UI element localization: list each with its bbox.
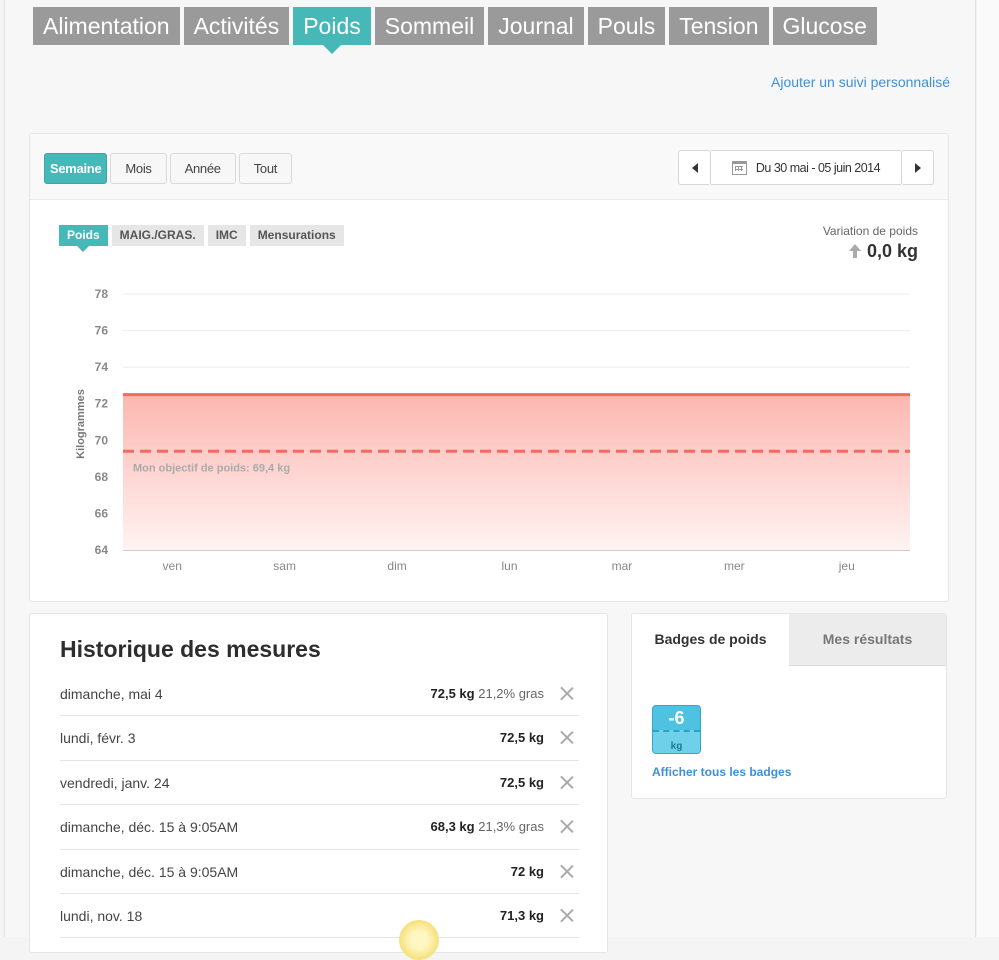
history-weight: 68,3 kg: [430, 819, 475, 835]
history-title: Historique des mesures: [60, 636, 321, 662]
show-all-badges-link[interactable]: Afficher tous les badges: [652, 765, 791, 779]
history-weight: 72 kg: [510, 863, 544, 879]
history-date: dimanche, déc. 15 à 9:05AM: [60, 819, 239, 836]
badge-tab-mes-resultats[interactable]: Mes résultats: [789, 614, 946, 666]
history-value: 71,3 kg: [500, 908, 544, 923]
delete-icon[interactable]: [560, 776, 573, 789]
x-tick-label: sam: [273, 559, 296, 573]
weight-chart: 78 76 74 72 70 68 66 64 Mon objectif de poids: 6…: [75, 287, 910, 573]
tab-tension[interactable]: Tension: [669, 7, 769, 45]
badge-value: -6: [668, 708, 685, 728]
history-weight: 71,3 kg: [499, 907, 544, 923]
y-tick-label: 66: [95, 506, 109, 520]
y-tick-label: 64: [95, 543, 109, 557]
history-weight: 72,5 kg: [499, 730, 544, 746]
history-value: 72 kg: [511, 864, 544, 879]
history-row: lundi, févr. 3 72,5 kg: [60, 716, 579, 761]
y-tick-label: 72: [95, 397, 109, 411]
x-tick-label: lun: [501, 559, 517, 573]
y-tick-label: 74: [95, 360, 109, 374]
badge-tab-badges-de-poids[interactable]: Badges de poids: [632, 614, 789, 666]
y-tick-label: 76: [95, 324, 109, 338]
mouse-cursor-highlight: [399, 920, 439, 960]
history-date: dimanche, déc. 15 à 9:05AM: [60, 863, 239, 880]
history-row: dimanche, mai 4 72,5 kg 21,2% gras: [60, 672, 579, 717]
history-value: 72,5 kg: [500, 730, 544, 745]
delete-icon[interactable]: [560, 820, 573, 833]
tab-alimentation[interactable]: Alimentation: [33, 7, 180, 45]
badge-unit: kg: [670, 741, 683, 752]
history-fat: 21,3% gras: [478, 819, 544, 835]
tab-poids[interactable]: Poids: [293, 7, 371, 54]
weight-chart-card: Semaine Mois Année Tout Du 30 mai - 05 juin…: [29, 133, 949, 602]
y-axis-label: Kilogrammes: [75, 389, 87, 459]
scroll-area: [977, 0, 999, 937]
y-tick-label: 78: [95, 287, 109, 301]
history-value: 72,5 kg 21,2% gras: [431, 686, 544, 701]
tab-sommeil[interactable]: Sommeil: [374, 7, 485, 45]
add-custom-tracker-link[interactable]: Ajouter un suivi personnalisé: [771, 74, 950, 90]
x-tick-label: mer: [724, 559, 745, 573]
x-tick-label: mar: [612, 559, 633, 573]
history-row: dimanche, déc. 15 à 9:05AM 68,3 kg 21,3% …: [60, 805, 579, 850]
history-row: lundi, nov. 18 71,3 kg: [60, 894, 579, 939]
x-tick-label: ven: [163, 559, 182, 573]
goal-label: Mon objectif de poids: 69,4 kg: [133, 462, 290, 474]
tab-pouls[interactable]: Pouls: [587, 7, 666, 45]
history-date: lundi, févr. 3: [60, 730, 136, 747]
history-value: 72,5 kg: [500, 775, 544, 790]
y-tick-label: 68: [95, 470, 109, 484]
x-tick-label: dim: [387, 559, 406, 573]
delete-icon[interactable]: [560, 687, 573, 700]
history-row: vendredi, janv. 24 72,5 kg: [60, 761, 579, 806]
history-fat: 21,2% gras: [478, 686, 544, 701]
history-weight: 72,5 kg: [430, 686, 475, 701]
history-weight: 72,5 kg: [499, 774, 544, 790]
delete-icon[interactable]: [560, 865, 573, 878]
history-row: dimanche, déc. 15 à 9:05AM 72 kg: [60, 850, 579, 894]
delete-icon[interactable]: [560, 909, 573, 922]
badges-card: Badges de poids Mes résultats -6 kg Affic…: [631, 613, 947, 799]
badge-tabs: Badges de poids Mes résultats: [632, 614, 946, 666]
history-date: lundi, nov. 18: [60, 907, 143, 924]
weight-loss-badge[interactable]: -6 kg: [652, 705, 701, 754]
history-date: dimanche, mai 4: [60, 686, 163, 702]
history-card: Historique des mesures dimanche, mai 4 72…: [29, 613, 608, 953]
main-tabs: Alimentation Activités Poids Sommeil Journal…: [33, 7, 877, 54]
y-tick-label: 70: [95, 433, 109, 447]
history-list: dimanche, mai 4 72,5 kg 21,2% gras lundi, …: [60, 672, 579, 939]
tab-activites[interactable]: Activités: [183, 7, 290, 45]
history-value: 68,3 kg 21,3% gras: [431, 819, 544, 834]
tab-glucose[interactable]: Glucose: [772, 7, 877, 45]
history-date: vendredi, janv. 24: [60, 774, 170, 791]
tab-journal[interactable]: Journal: [488, 7, 584, 45]
delete-icon[interactable]: [560, 731, 573, 744]
x-tick-label: jeu: [838, 559, 855, 573]
